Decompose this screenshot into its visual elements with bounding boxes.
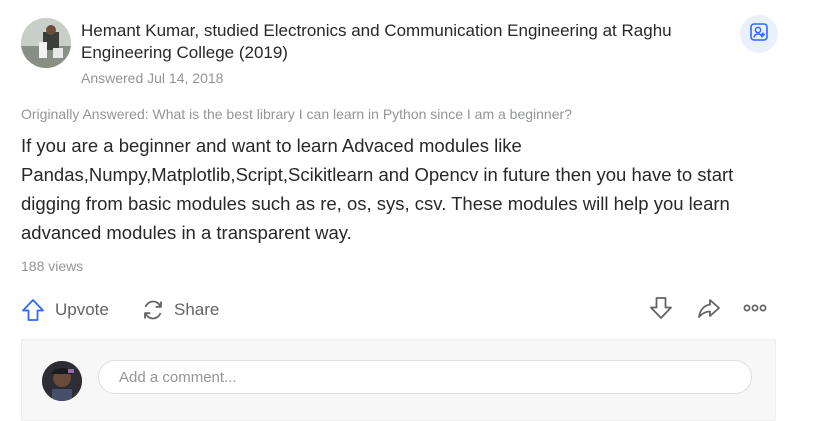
upvote-arrow-icon: [20, 297, 46, 323]
answered-date[interactable]: Answered Jul 14, 2018: [81, 70, 223, 86]
current-user-photo: [42, 361, 82, 401]
author-avatar[interactable]: [21, 18, 71, 68]
comment-section: [21, 339, 776, 421]
forward-button[interactable]: [695, 296, 723, 324]
originally-answered-question[interactable]: Originally Answered: What is the best li…: [21, 106, 572, 122]
author-photo: [21, 18, 71, 68]
upvote-label: Upvote: [55, 300, 109, 319]
author-credential[interactable]: Hemant Kumar, studied Electronics and Co…: [81, 20, 731, 64]
comment-input[interactable]: [98, 360, 752, 394]
downvote-button[interactable]: [647, 296, 675, 324]
upvote-button[interactable]: Upvote: [20, 296, 109, 324]
share-label: Share: [174, 300, 220, 319]
follow-button[interactable]: [740, 15, 778, 53]
answer-body: If you are a beginner and want to learn …: [21, 135, 734, 243]
share-refresh-icon: [140, 297, 166, 323]
more-dots-icon: [742, 295, 768, 326]
person-follow-icon: [749, 22, 769, 47]
more-options-button[interactable]: [741, 296, 769, 324]
forward-arrow-icon: [696, 295, 722, 326]
view-count: 188 views: [21, 258, 84, 274]
downvote-arrow-icon: [648, 295, 674, 326]
share-button[interactable]: Share: [140, 296, 219, 324]
current-user-avatar[interactable]: [42, 361, 82, 401]
